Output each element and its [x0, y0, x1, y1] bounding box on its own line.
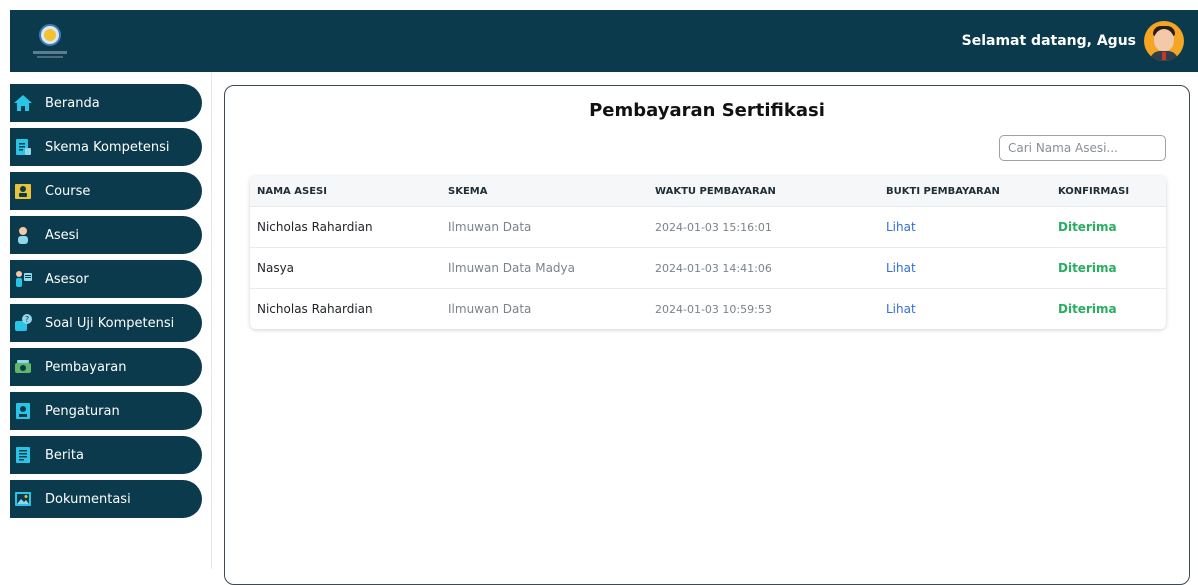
status-badge: Diterima — [1058, 302, 1117, 316]
sidebar-item-label: Asesor — [45, 271, 89, 287]
column-header-waktu-pembayaran: WAKTU PEMBAYARAN — [655, 185, 776, 197]
column-header-nama-asesi: NAMA ASESI — [257, 185, 327, 197]
sidebar-item-berita[interactable]: Berita — [10, 436, 202, 474]
status-badge: Diterima — [1058, 220, 1117, 234]
sidebar-item-pembayaran[interactable]: Pembayaran — [10, 348, 202, 386]
payment-table: NAMA ASESI SKEMA WAKTU PEMBAYARAN BUKTI … — [250, 176, 1166, 329]
sidebar-item-label: Pengaturan — [45, 403, 120, 419]
table-header: NAMA ASESI SKEMA WAKTU PEMBAYARAN BUKTI … — [250, 176, 1166, 206]
sidebar-item-asesor[interactable]: Asesor — [10, 260, 202, 298]
assessor-icon — [12, 268, 34, 290]
sidebar-item-course[interactable]: Course — [10, 172, 202, 210]
page-left-strip — [0, 10, 10, 569]
course-icon — [12, 180, 34, 202]
sidebar-item-dokumentasi[interactable]: Dokumentasi — [10, 480, 202, 518]
logo-core — [44, 29, 56, 41]
view-proof-link[interactable]: Lihat — [879, 261, 1051, 275]
logo-caption-sub — [37, 56, 63, 58]
view-proof-link[interactable]: Lihat — [879, 220, 1051, 234]
question-icon: ? — [12, 312, 34, 334]
sidebar-item-beranda[interactable]: Beranda — [10, 84, 202, 122]
cell-waktu-pembayaran: 2024-01-03 10:59:53 — [655, 302, 772, 316]
sidebar-item-label: Berita — [45, 447, 84, 463]
cell-waktu-pembayaran: 2024-01-03 15:16:01 — [655, 220, 772, 234]
search-input[interactable] — [999, 135, 1166, 161]
sidebar-item-label: Asesi — [45, 227, 80, 243]
news-icon — [12, 444, 34, 466]
table-row: Nicholas Rahardian Ilmuwan Data 2024-01-… — [250, 206, 1166, 247]
document-icon — [12, 136, 34, 158]
cell-waktu-pembayaran: 2024-01-03 14:41:06 — [655, 261, 772, 275]
top-header: Selamat datang, Agus — [10, 10, 1198, 72]
sidebar-item-label: Course — [45, 183, 91, 199]
table-row: Nasya Ilmuwan Data Madya 2024-01-03 14:4… — [250, 247, 1166, 288]
welcome-text: Selamat datang, Agus — [961, 33, 1136, 49]
page-title: Pembayaran Sertifikasi — [589, 100, 825, 121]
home-icon — [12, 92, 34, 114]
logo-caption — [33, 51, 67, 54]
view-proof-link[interactable]: Lihat — [879, 302, 1051, 316]
sidebar-item-label: Pembayaran — [45, 359, 127, 375]
logo — [33, 24, 67, 60]
cell-skema: Ilmuwan Data — [448, 220, 532, 234]
avatar[interactable] — [1144, 21, 1184, 61]
cell-skema: Ilmuwan Data — [448, 302, 532, 316]
sidebar: Beranda Skema Kompetensi Course Asesi As… — [10, 72, 212, 569]
sidebar-item-label: Dokumentasi — [45, 491, 131, 507]
column-header-skema: SKEMA — [448, 185, 488, 197]
sidebar-item-label: Soal Uji Kompetensi — [45, 315, 175, 331]
column-header-konfirmasi: KONFIRMASI — [1058, 185, 1130, 197]
cell-skema: Ilmuwan Data Madya — [448, 261, 576, 275]
avatar-face — [1154, 29, 1174, 51]
sidebar-item-asesi[interactable]: Asesi — [10, 216, 202, 254]
svg-text:?: ? — [25, 315, 29, 324]
cell-nama-asesi: Nicholas Rahardian — [257, 302, 373, 316]
status-badge: Diterima — [1058, 261, 1117, 275]
cell-nama-asesi: Nicholas Rahardian — [257, 220, 373, 234]
sidebar-item-label: Skema Kompetensi — [45, 139, 170, 155]
payment-panel: Pembayaran Sertifikasi NAMA ASESI SKEMA … — [224, 85, 1190, 585]
cell-nama-asesi: Nasya — [257, 261, 295, 275]
page-top-strip — [0, 0, 1198, 10]
avatar-tie — [1162, 52, 1166, 60]
table-row: Nicholas Rahardian Ilmuwan Data 2024-01-… — [250, 288, 1166, 329]
column-header-bukti-pembayaran: BUKTI PEMBAYARAN — [886, 185, 1000, 197]
settings-icon — [12, 400, 34, 422]
sidebar-item-skema-kompetensi[interactable]: Skema Kompetensi — [10, 128, 202, 166]
sidebar-item-label: Beranda — [45, 95, 100, 111]
image-icon — [12, 488, 34, 510]
sidebar-item-soal-uji-kompetensi[interactable]: ? Soal Uji Kompetensi — [10, 304, 202, 342]
sidebar-item-pengaturan[interactable]: Pengaturan — [10, 392, 202, 430]
user-icon — [12, 224, 34, 246]
payment-icon — [12, 356, 34, 378]
